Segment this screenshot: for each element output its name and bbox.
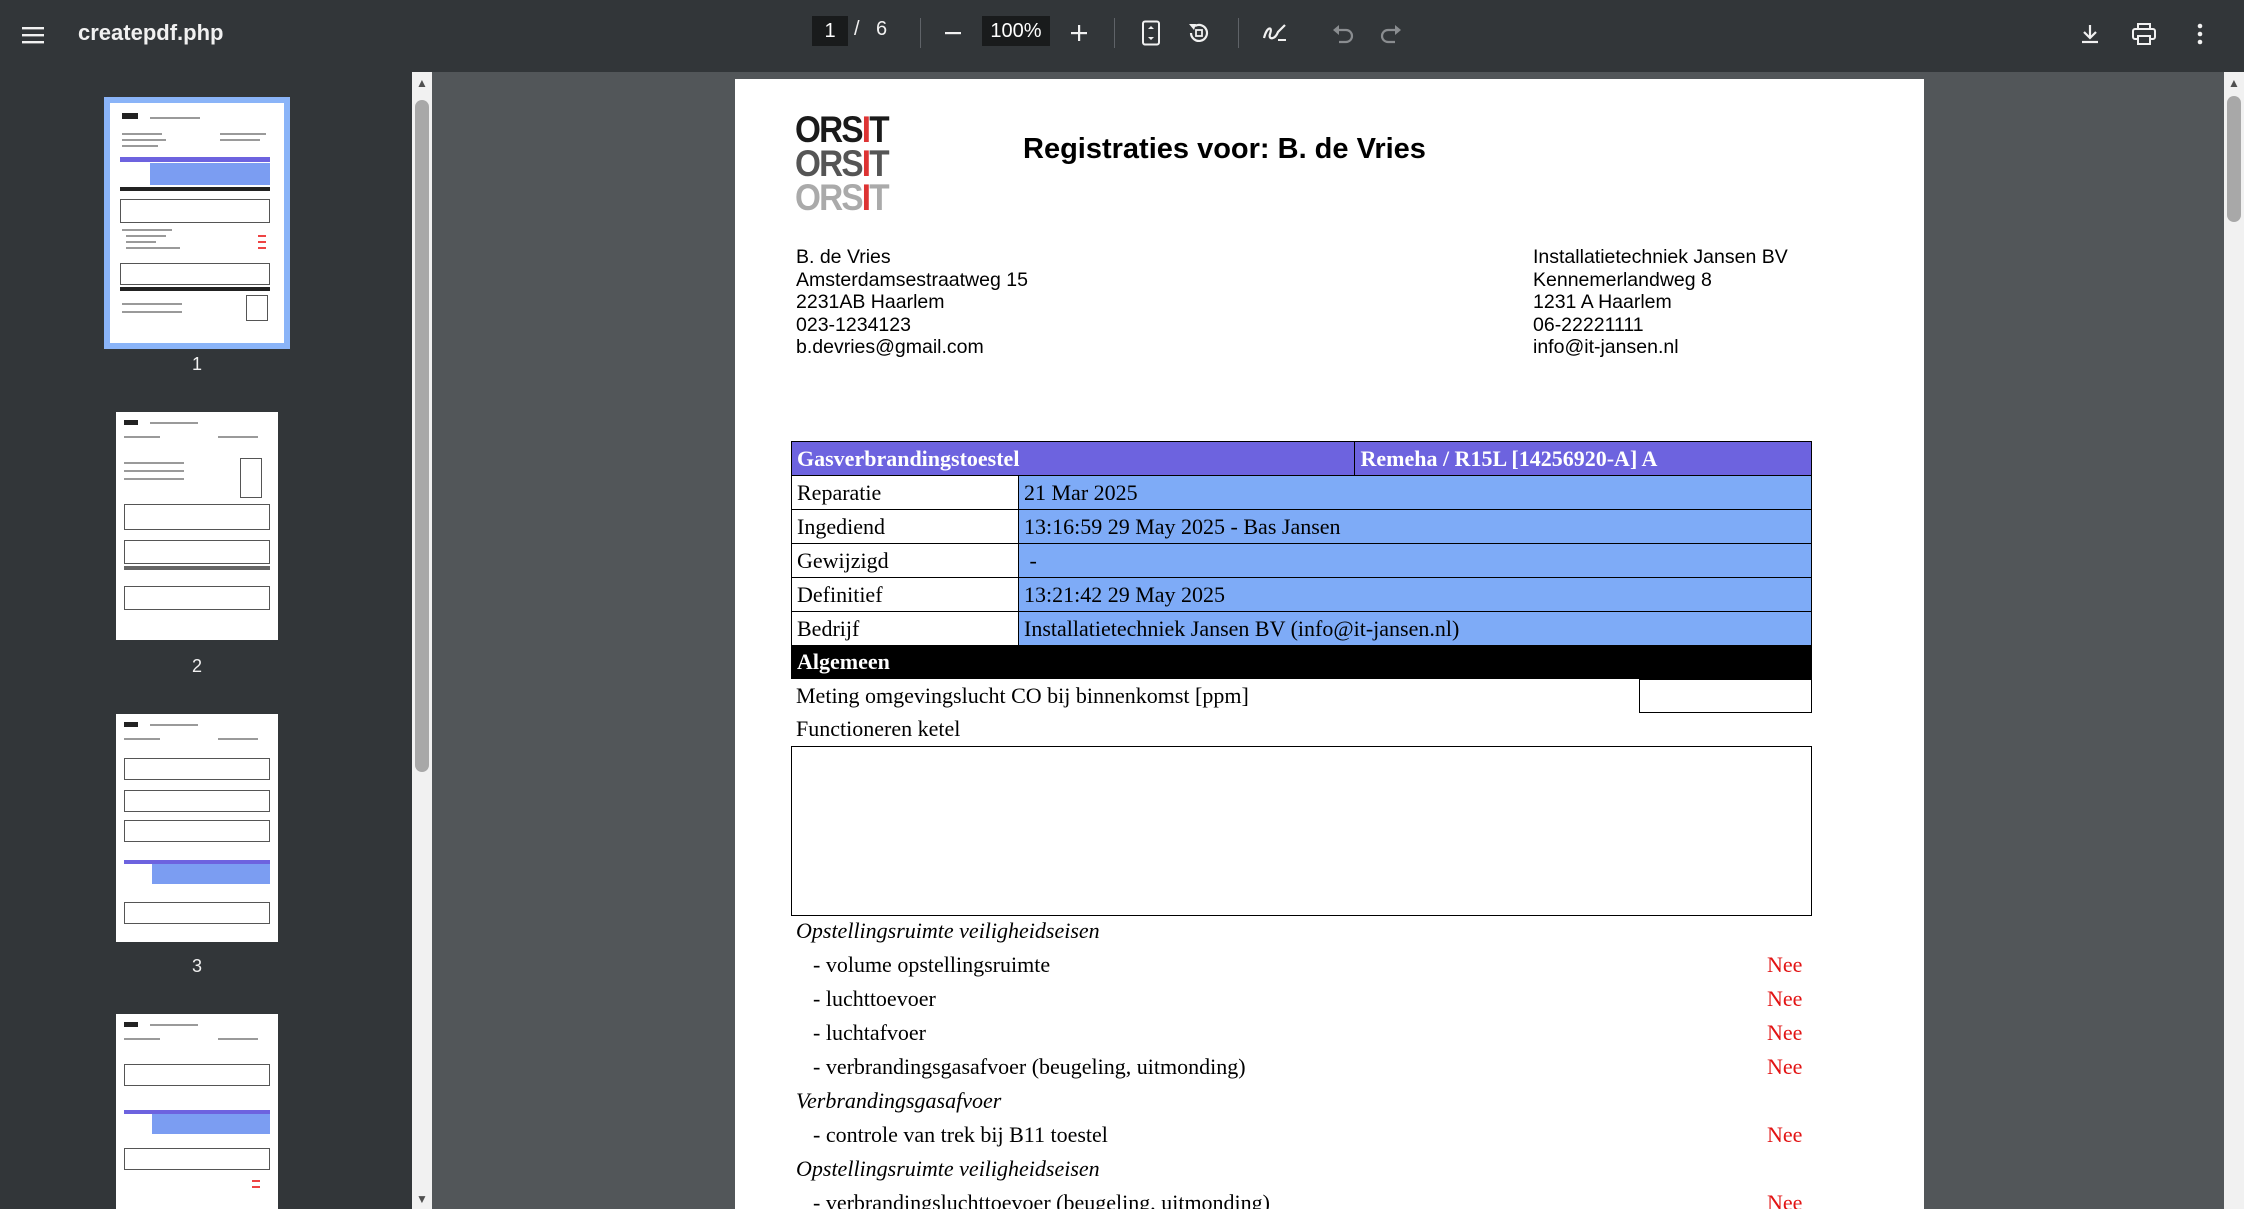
row-value: 13:21:42 29 May 2025 [1018, 577, 1812, 612]
more-vert-icon[interactable] [2182, 16, 2218, 52]
check-item-value: Nee [1767, 1020, 1803, 1045]
fit-page-icon[interactable] [1134, 16, 1168, 50]
thumbnail-label: 3 [191, 956, 202, 976]
table-row: Ingediend 13:16:59 29 May 2025 - Bas Jan… [791, 509, 1812, 544]
thumbnail-sidebar: 1 2 3 [0, 72, 412, 1209]
check-item-label: - luchttoevoer [813, 986, 936, 1011]
client-phone: 023-1234123 [796, 313, 911, 336]
row-label: Gewijzigd [791, 543, 1019, 578]
company-email: info@it-jansen.nl [1533, 336, 1679, 359]
check-item-label: - volume opstellingsruimte [813, 952, 1051, 977]
co-measurement-label: Meting omgevingslucht CO bij binnenkomst… [796, 683, 1249, 708]
co-measurement-field[interactable] [1639, 679, 1812, 713]
company-phone: 06-22221111 [1533, 313, 1644, 336]
table-row: Definitief 13:21:42 29 May 2025 [791, 577, 1812, 612]
registration-table: Gasverbrandingstoestel Remeha / R15L [14… [790, 441, 1812, 646]
page-total: 6 [876, 18, 888, 40]
zoom-level-input[interactable]: 100% [982, 16, 1050, 46]
row-value: 13:16:59 29 May 2025 - Bas Jansen [1018, 509, 1812, 544]
device-model-header: Remeha / R15L [14256920-A] A [1354, 441, 1812, 476]
registration-title: Registraties voor: B. de Vries [1023, 133, 1426, 165]
page-thumbnail-4[interactable] [116, 1014, 278, 1209]
check-item-label: - controle van trek bij B11 toestel [813, 1122, 1108, 1147]
download-icon[interactable] [2072, 16, 2108, 52]
redo-icon[interactable] [1374, 16, 1408, 50]
main-scrollbar-thumb[interactable] [2227, 96, 2241, 222]
toolbar-divider [1114, 18, 1115, 48]
check-item-value: Nee [1767, 1190, 1803, 1209]
check-item-value: Nee [1767, 1122, 1803, 1147]
check-item-value: Nee [1767, 952, 1803, 977]
sidebar-scrollbar-thumb[interactable] [415, 100, 429, 772]
page-separator: / [854, 18, 860, 40]
scroll-up-icon[interactable]: ▲ [2224, 76, 2244, 92]
thumbnail-label: 2 [191, 656, 202, 676]
table-row: Gewijzigd - [791, 543, 1812, 578]
client-street: Amsterdamsestraatweg 15 [796, 268, 1028, 291]
pdf-toolbar: createpdf.php 1 / 6 100% [0, 0, 2244, 72]
row-label: Ingediend [791, 509, 1019, 544]
section-heading: Opstellingsruimte veiligheidseisen [796, 918, 1100, 943]
page-thumbnail-2[interactable] [116, 412, 278, 640]
client-address: B. de Vries Amsterdamsestraatweg 15 2231… [796, 246, 1028, 359]
check-item-label: - verbrandingsgasafvoer (beugeling, uitm… [813, 1054, 1246, 1079]
thumbnail-label: 1 [191, 354, 202, 374]
device-type-header: Gasverbrandingstoestel [790, 441, 1356, 476]
check-item-label: - verbrandingsluchttoevoer (beugeling, u… [813, 1190, 1270, 1209]
row-value: 21 Mar 2025 [1018, 475, 1812, 510]
toolbar-divider [920, 18, 921, 48]
page-number-input[interactable]: 1 [812, 16, 848, 46]
table-header-row: Gasverbrandingstoestel Remeha / R15L [14… [790, 441, 1812, 476]
row-label: Bedrijf [791, 611, 1019, 646]
table-row: Bedrijf Installatietechniek Jansen BV (i… [791, 611, 1812, 646]
page-thumbnail-3[interactable] [116, 714, 278, 942]
menu-icon[interactable] [16, 18, 50, 52]
toolbar-divider [1238, 18, 1239, 48]
row-label: Reparatie [791, 475, 1019, 510]
row-value: - [1018, 543, 1812, 578]
annotate-icon[interactable] [1258, 16, 1292, 50]
main-scrollbar[interactable] [2224, 72, 2244, 1209]
scroll-up-icon[interactable]: ▲ [412, 76, 432, 92]
print-icon[interactable] [2126, 16, 2162, 52]
boiler-function-field[interactable] [791, 746, 1812, 916]
document-title: createpdf.php [78, 20, 224, 45]
zoom-in-icon[interactable] [1062, 16, 1096, 50]
page-thumbnail-1[interactable] [104, 97, 290, 349]
rotate-icon[interactable] [1182, 16, 1216, 50]
client-name: B. de Vries [796, 246, 891, 268]
undo-icon[interactable] [1326, 16, 1360, 50]
zoom-out-icon[interactable] [936, 16, 970, 50]
section-header-algemeen: Algemeen [791, 645, 1812, 679]
check-item-value: Nee [1767, 1054, 1803, 1079]
company-street: Kennemerlandweg 8 [1533, 268, 1712, 291]
scroll-down-icon[interactable]: ▼ [412, 1192, 432, 1208]
client-email: b.devries@gmail.com [796, 336, 984, 359]
company-address: Installatietechniek Jansen BV Kennemerla… [1533, 246, 1788, 359]
section-heading: Verbrandingsgasafvoer [796, 1088, 1002, 1113]
company-name: Installatietechniek Jansen BV [1533, 246, 1788, 268]
row-value: Installatietechniek Jansen BV (info@it-j… [1018, 611, 1812, 646]
table-row: Reparatie 21 Mar 2025 [791, 475, 1812, 510]
section-heading: Opstellingsruimte veiligheidseisen [796, 1156, 1100, 1181]
orsit-logo: ORSIT ORSIT ORSIT [795, 109, 890, 218]
client-city: 2231AB Haarlem [796, 291, 945, 314]
row-label: Definitief [791, 577, 1019, 612]
pdf-page: ORSIT ORSIT ORSIT Registraties voor: B. … [735, 79, 1924, 1209]
check-item-value: Nee [1767, 986, 1803, 1011]
company-city: 1231 A Haarlem [1533, 291, 1672, 314]
boiler-function-label: Functioneren ketel [796, 716, 961, 741]
check-item-label: - luchtafvoer [813, 1020, 926, 1045]
